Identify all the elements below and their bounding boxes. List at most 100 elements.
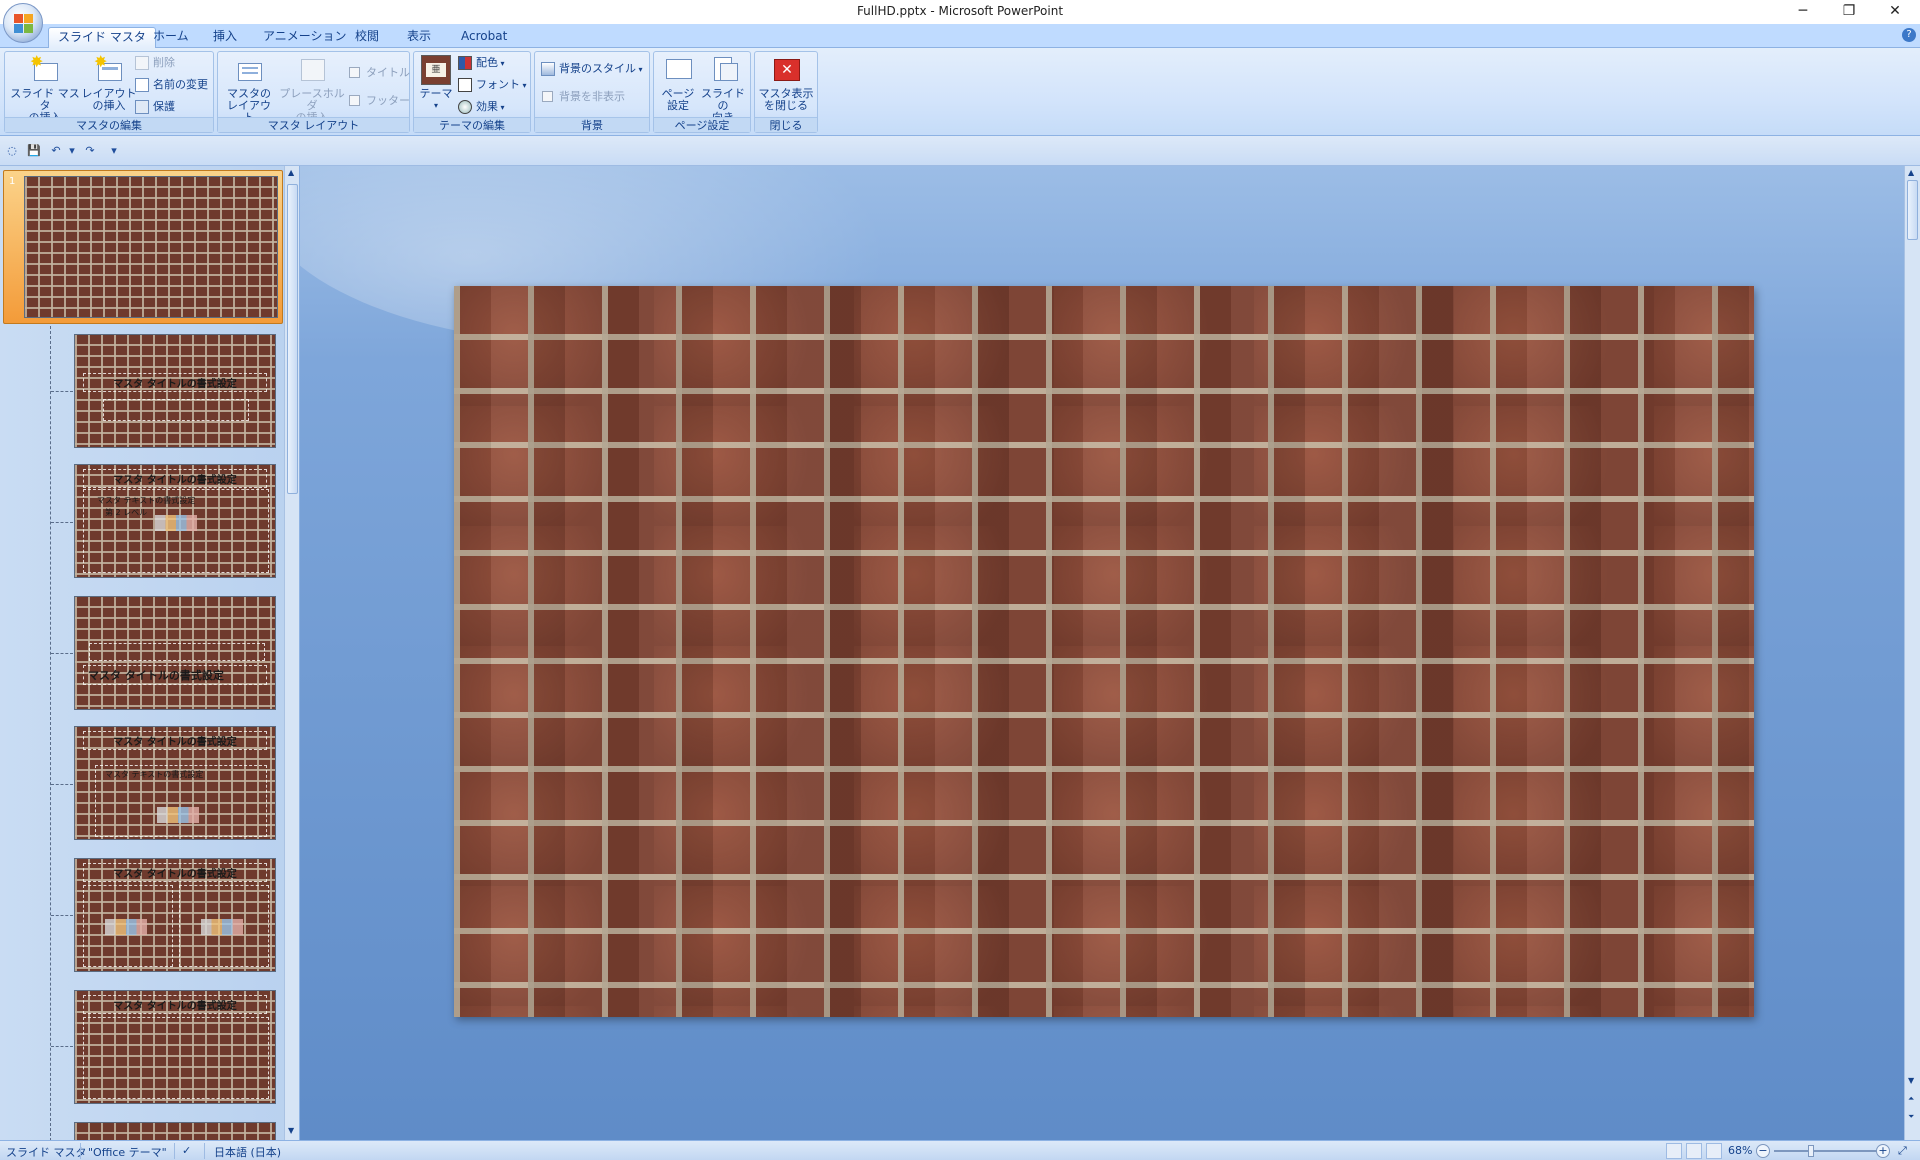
tab-home[interactable]: ホーム [144,27,198,48]
status-theme-name: "Office テーマ" [88,1146,167,1159]
layout-thumbnail-blank[interactable] [74,1122,276,1140]
normal-view-icon[interactable] [1666,1143,1682,1159]
tab-review[interactable]: 校閲 [346,27,388,48]
zoom-slider-thumb[interactable] [1808,1145,1815,1157]
scroll-up-icon[interactable]: ▲ [1908,168,1914,177]
slide-orientation-button[interactable]: スライドの 向き [698,55,748,124]
status-language[interactable]: 日本語 (日本) [214,1144,281,1160]
close-button[interactable]: ✕ [1872,0,1918,24]
background-styles-button[interactable]: 背景のスタイル ▾ [539,60,643,78]
layout-thumbnail-section-header[interactable]: マスタ タイトルの書式設定 [74,596,276,710]
rename-icon [135,78,149,92]
panel-scrollbar[interactable]: ▲ ▼ [284,166,299,1140]
title-checkbox[interactable]: タイトル [346,64,410,82]
slide-master-canvas[interactable] [454,286,1754,1017]
save-icon[interactable]: 💾 [26,144,42,158]
master-layout-icon [234,55,264,85]
delete-label: 削除 [153,56,175,69]
tab-slide-master[interactable]: スライド マスタ [48,27,156,48]
hide-background-checkbox[interactable]: 背景を非表示 [539,88,625,106]
fonts-button[interactable]: フォント ▾ [456,76,527,94]
delete-button[interactable]: 削除 [133,54,175,72]
layout-thumbnail-subtitle-box [103,399,249,421]
close-master-view-label-2: を閉じる [764,99,808,112]
fonts-icon [458,78,472,92]
layout-thumbnail-comparison[interactable]: マスタ タイトルの書式設定 [74,858,276,972]
insert-layout-button[interactable]: ✸ レイアウト の挿入 [81,54,137,112]
colors-button[interactable]: 配色 ▾ [456,54,505,72]
layout-thumbnail-title-content[interactable]: マスタ タイトルの書式設定 マスタ テキストの書式設定 第 2 レベル [74,464,276,578]
group-close: ✕ マスタ表示 を閉じる 閉じる [754,51,818,133]
tree-connector [51,784,73,785]
background-styles-icon [541,62,555,76]
hide-background-label: 背景を非表示 [559,90,625,103]
undo-dropdown-icon[interactable]: ▾ [64,144,80,158]
slideshow-view-icon[interactable] [1706,1143,1722,1159]
undo-icon[interactable]: ↶ [48,144,64,158]
title-bar: FullHD.pptx - Microsoft PowerPoint ─ ❐ ✕ [0,0,1920,24]
zoom-out-icon[interactable]: − [1756,1144,1770,1158]
slide-sorter-view-icon[interactable] [1686,1143,1702,1159]
themes-button[interactable]: 亜 テーマ ▾ [418,55,454,112]
layout-thumbnail-title-slide[interactable]: マスタ タイトルの書式設定 [74,334,276,448]
insert-placeholder-button[interactable]: プレースホルダ の挿入 [276,55,348,124]
qat-circle-icon: ◌ [7,144,17,157]
preserve-button[interactable]: 保護 [133,98,175,116]
status-separator [80,1143,81,1159]
layout-thumbnail-title: マスタ タイトルの書式設定 [83,469,267,488]
close-master-view-button[interactable]: ✕ マスタ表示 を閉じる [757,55,815,112]
rename-label: 名前の変更 [153,78,208,91]
tab-insert[interactable]: 挿入 [204,27,246,48]
zoom-slider[interactable] [1774,1150,1884,1152]
tab-acrobat[interactable]: Acrobat [452,27,516,48]
zoom-percentage[interactable]: 68% [1728,1144,1752,1157]
restore-button[interactable]: ❐ [1826,0,1872,24]
master-layout-button[interactable]: マスタの レイアウト [222,55,276,124]
scroll-down-icon[interactable]: ▼ [1908,1076,1914,1085]
minimize-button[interactable]: ─ [1780,0,1826,24]
scroll-up-icon[interactable]: ▲ [288,168,294,177]
next-slide-icon[interactable]: ⏷ [1908,1112,1914,1122]
office-logo-icon [14,14,34,34]
effects-button[interactable]: 効果 ▾ [456,98,505,116]
scroll-down-icon[interactable]: ▼ [288,1126,294,1135]
page-setup-button[interactable]: ページ 設定 [658,55,698,112]
layout-thumbnail-title-only[interactable]: マスタ タイトルの書式設定 [74,990,276,1104]
content-icons [155,515,197,531]
panel-scroll-thumb[interactable] [287,184,298,494]
footer-checkbox[interactable]: フッター [346,92,410,110]
previous-slide-icon[interactable]: ⏶ [1908,1094,1914,1104]
spell-check-icon[interactable]: ✓ [182,1144,191,1157]
slide-master-thumbnail[interactable] [24,176,278,318]
tab-view[interactable]: 表示 [398,27,440,48]
fit-to-window-icon[interactable]: ⤢ [1898,1144,1907,1158]
layout-thumbnail-content-box [83,1017,269,1099]
insert-slide-master-button[interactable]: ✸ スライド マスタ の挿入 [9,54,81,124]
zoom-in-icon[interactable]: + [1876,1144,1890,1158]
layout-thumbnail-title: マスタ タイトルの書式設定 [83,665,267,685]
layout-thumbnail-title: マスタ タイトルの書式設定 [83,863,267,882]
rename-button[interactable]: 名前の変更 [133,76,208,94]
insert-slide-master-label-1: スライド マスタ [10,87,80,112]
group-label-master-edit: マスタの編集 [5,117,213,132]
title-checkbox-box [349,67,360,78]
ribbon-tab-bar: スライド マスタ ホーム 挿入 アニメーション 校閲 表示 Acrobat [0,24,1920,48]
redo-icon[interactable]: ↷ [82,144,98,158]
colors-label: 配色 [476,56,498,69]
group-label-page-setup: ページ設定 [654,117,750,132]
status-view-name: スライド マスタ [6,1146,87,1159]
group-label-background: 背景 [535,117,649,132]
help-icon[interactable]: ? [1902,28,1916,42]
layout-thumbnail-two-content[interactable]: マスタ タイトルの書式設定 マスタ テキストの書式設定 [74,726,276,840]
ribbon: ✸ スライド マスタ の挿入 ✸ レイアウト の挿入 削除 名前の変更 保護 マ… [0,48,1920,136]
vertical-scroll-thumb[interactable] [1907,180,1918,240]
layout-thumbnail-title: マスタ タイトルの書式設定 [83,373,267,392]
customize-qat-icon[interactable]: ▾ [106,144,122,158]
vertical-scrollbar[interactable]: ▲ ▼ ⏶ ⏷ [1904,166,1920,1140]
tree-connector [51,915,73,916]
slide-editing-area [300,166,1904,1140]
office-button[interactable] [3,3,43,43]
effects-icon [458,100,472,114]
tab-animations[interactable]: アニメーション [254,27,356,48]
hide-background-checkbox-box [542,91,553,102]
